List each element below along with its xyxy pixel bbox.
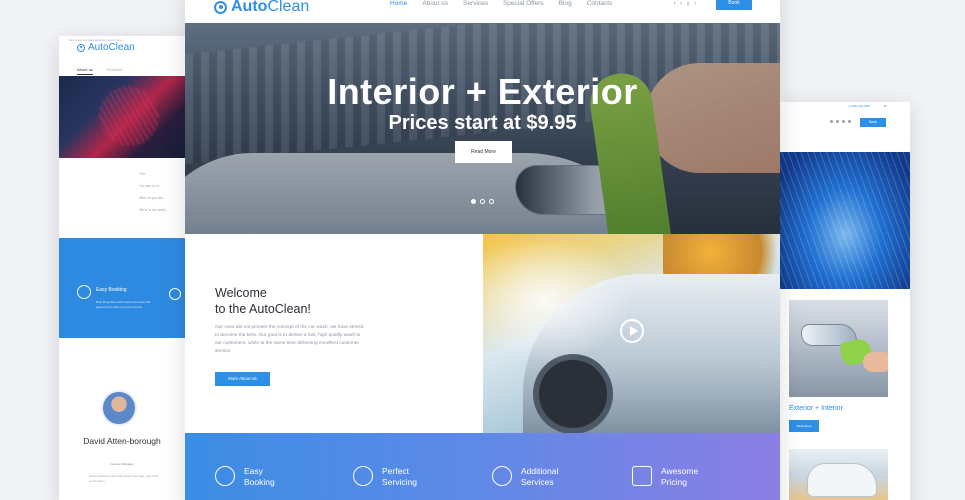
twitter-icon[interactable]: t [680,1,681,7]
feature-title-line: Awesome [661,466,699,476]
left-logo[interactable]: AutoClean [77,42,135,53]
feature-title: Easy Booking [244,466,275,488]
brand-light: Clean [267,0,310,15]
left-nav: About us Services [77,67,122,75]
wheel-shape [533,354,613,433]
logo-icon [214,0,227,14]
right-card-title[interactable]: Exterior + Interior [789,405,843,412]
person-bio: David started on this role a few years a… [89,474,159,483]
twitter-icon[interactable] [836,120,839,123]
menu-item-home[interactable]: Home [390,0,407,7]
header-social-icons: f t g i [674,1,696,7]
slider-dot[interactable] [489,199,494,204]
instagram-icon[interactable]: i [695,1,696,7]
feature-awesome-pricing[interactable]: Awesome Pricing [632,466,698,488]
search-icon[interactable]: ⌕ [884,103,886,108]
logo-icon [77,43,85,52]
book-button[interactable]: Book [716,0,752,10]
feature-title: Perfect Servicing [382,466,417,488]
play-icon[interactable] [620,319,644,343]
welcome-title-line: to the AutoClean! [215,302,311,316]
menu-item-special-offers[interactable]: Special Offers [503,0,544,7]
hero-subtitle: Prices start at $9.95 [388,112,577,134]
feature-title-line: Booking [244,477,275,487]
feature-additional-services[interactable]: Additional Services [492,466,558,488]
left-logo-text: AutoClean [88,42,135,53]
welcome-section: Welcome to the AutoClean! Our crew did n… [185,234,483,433]
hero-read-more-button[interactable]: Read More [455,141,512,163]
booking-icon [215,466,235,486]
car-shape [807,463,877,497]
feature-title: Awesome Pricing [661,466,698,488]
right-phone[interactable]: +1 800 123 4567 [848,104,871,108]
left-feature-title: Easy Booking [96,287,127,293]
slider-dot[interactable] [480,199,485,204]
welcome-title: Welcome to the AutoClean! [215,285,311,317]
coffee-cup-icon [492,466,512,486]
left-text-line: The [139,172,146,176]
instagram-icon[interactable] [848,120,851,123]
welcome-text: Our crew did not pioneer the concept of … [215,325,364,354]
feature-title-line: Services [521,477,554,487]
brand-bold: Auto [231,0,268,15]
menu-item-about[interactable]: About us [422,0,448,7]
feature-easy-booking[interactable]: Easy Booking [215,466,275,488]
features-band: Easy Booking Perfect Servicing Additiona… [185,433,780,500]
site-header: AutoClean Home About us Services Special… [185,0,780,23]
feature-title-line: Additional [521,466,559,476]
left-nav-about[interactable]: About us [77,67,93,75]
menu-item-blog[interactable]: Blog [559,0,572,7]
hero-slider: Interior + Exterior Prices start at $9.9… [185,23,780,234]
right-card-image-2[interactable] [789,449,888,500]
left-text-line: We're a car wash [139,208,166,212]
menu-item-services[interactable]: Services [463,0,488,7]
more-about-us-button[interactable]: More About Us [215,372,270,386]
avatar [101,390,137,426]
feature-title-line: Perfect [382,466,409,476]
main-page: AutoClean Home About us Services Special… [185,0,780,500]
left-text-block: The Our aim is to... With us you are We'… [139,172,166,220]
facebook-icon[interactable] [830,120,833,123]
feature-perfect-servicing[interactable]: Perfect Servicing [353,466,417,488]
right-hero-image [780,152,910,289]
left-hero-image [59,76,185,158]
left-preview-page: Your dream of deep plowing cars is here … [59,36,185,500]
video-thumbnail[interactable] [483,234,780,433]
booking-icon [77,285,91,299]
site-logo[interactable]: AutoClean [214,0,309,16]
feature-title-line: Servicing [382,477,417,487]
menu-item-contacts[interactable]: Contacts [587,0,613,7]
left-text-line: With us you are [139,196,164,200]
slider-dot[interactable] [471,199,476,204]
right-card-image[interactable] [789,300,888,397]
feature-title-line: Easy [244,466,263,476]
hand-shape [863,352,888,372]
wallet-icon [632,466,652,486]
person-name: David Atten-borough [83,436,161,446]
left-feature-band: Easy Booking Best thing that you'll need… [59,238,185,338]
right-preview-page: +1 800 123 4567 ⌕ Book Exterior + Interi… [780,102,910,500]
facebook-icon[interactable]: f [674,1,675,7]
feature-title: Additional Services [521,466,558,488]
right-book-button[interactable]: Book [860,118,886,127]
slider-dots [471,199,494,204]
servicing-icon [169,288,181,300]
person-role: General Manager [110,462,134,466]
right-social-icons [830,120,851,123]
google-icon[interactable]: g [687,1,690,7]
left-feature-text: Best thing that you'll need to do have t… [96,300,151,309]
left-text-line: Our aim is to... [139,184,162,188]
main-menu: Home About us Services Special Offers Bl… [390,0,612,7]
feature-title-line: Pricing [661,477,687,487]
welcome-title-line: Welcome [215,286,267,300]
gear-icon [353,466,373,486]
hero-title: Interior + Exterior [327,71,638,112]
left-nav-services[interactable]: Services [107,67,122,75]
google-icon[interactable] [842,120,845,123]
right-card-button[interactable]: Read More [789,420,819,432]
